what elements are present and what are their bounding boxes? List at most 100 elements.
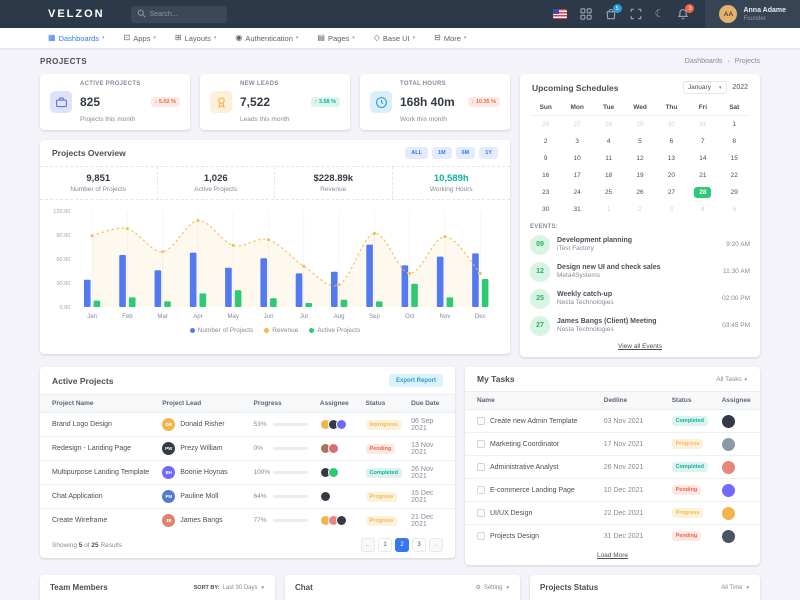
calendar-day[interactable]: 2 xyxy=(624,201,655,218)
load-more-link[interactable]: Load More xyxy=(597,552,628,559)
calendar-day[interactable]: 2 xyxy=(530,133,561,150)
page-content: PROJECTS Dashboards›Projects ACTIVE PROJ… xyxy=(0,48,800,600)
calendar-day[interactable]: 11 xyxy=(593,150,624,167)
user-menu[interactable]: AA Anna Adame Founder xyxy=(705,0,800,28)
menu-item-base-ui[interactable]: ◇Base UI▾ xyxy=(374,34,415,43)
pagination-page-3[interactable]: 3 xyxy=(412,538,426,552)
notifications-button[interactable]: 3 xyxy=(677,8,689,20)
event-date-circle: 12 xyxy=(530,262,550,282)
range-button-1y[interactable]: 1Y xyxy=(479,147,498,159)
calendar-day[interactable]: 16 xyxy=(530,167,561,184)
language-flag-button[interactable] xyxy=(553,9,567,19)
calendar-day[interactable]: 29 xyxy=(719,184,750,201)
task-name: Projects Design xyxy=(490,533,539,540)
calendar-day[interactable]: 1 xyxy=(719,116,750,133)
search-input[interactable] xyxy=(150,11,222,18)
task-deadline: 22 Dec 2021 xyxy=(598,502,666,525)
menu-item-layouts[interactable]: ⊞Layouts▾ xyxy=(175,34,217,43)
progress-bar xyxy=(273,423,307,426)
task-checkbox[interactable] xyxy=(477,486,485,494)
task-checkbox[interactable] xyxy=(477,440,485,448)
progress-bar xyxy=(273,447,307,450)
team-members-sort-dropdown[interactable]: SORT BY: Last 30 Days ▼ xyxy=(194,585,265,591)
stat-value: 7,522 xyxy=(240,95,270,109)
calendar-day[interactable]: 22 xyxy=(719,167,750,184)
calendar-day[interactable]: 19 xyxy=(624,167,655,184)
calendar-day[interactable]: 12 xyxy=(624,150,655,167)
calendar-day[interactable]: 25 xyxy=(593,184,624,201)
pagination-next[interactable]: → xyxy=(429,538,443,552)
calendar-day[interactable]: 31 xyxy=(561,201,592,218)
calendar-day[interactable]: 30 xyxy=(656,116,687,133)
calendar-day[interactable]: 27 xyxy=(561,116,592,133)
calendar-day[interactable]: 21 xyxy=(687,167,718,184)
range-button-all[interactable]: ALL xyxy=(405,147,428,159)
month-select[interactable]: January ▼ xyxy=(683,81,728,94)
calendar-day[interactable]: 3 xyxy=(656,201,687,218)
calendar-day[interactable]: 9 xyxy=(530,150,561,167)
menu-item-pages[interactable]: ▤Pages▾ xyxy=(317,34,354,43)
chat-setting-dropdown[interactable]: ⚙ Setting ▼ xyxy=(475,584,510,591)
fullscreen-button[interactable] xyxy=(630,8,642,20)
upcoming-schedules-card: Upcoming Schedules January ▼ 2022 SunMon… xyxy=(520,74,760,357)
overview-kpi: 9,851Number of Projects xyxy=(40,167,158,199)
avatar: DR xyxy=(162,418,175,431)
calendar-day[interactable]: 4 xyxy=(687,201,718,218)
calendar-day[interactable]: 31 xyxy=(687,116,718,133)
task-checkbox[interactable] xyxy=(477,463,485,471)
calendar-day[interactable]: 29 xyxy=(624,116,655,133)
progress-percent: 53% xyxy=(253,421,269,428)
menu-item-authentication[interactable]: ◉Authentication▾ xyxy=(235,34,298,43)
calendar-day[interactable]: 4 xyxy=(593,133,624,150)
calendar-day[interactable]: 26 xyxy=(624,184,655,201)
calendar-day[interactable]: 6 xyxy=(656,133,687,150)
pagination-page-1[interactable]: 1 xyxy=(378,538,392,552)
task-deadline: 17 Nov 2021 xyxy=(598,433,666,456)
calendar-day[interactable]: 8 xyxy=(719,133,750,150)
projects-status-filter-dropdown[interactable]: All Time ▼ xyxy=(721,585,750,591)
range-button-6m[interactable]: 6M xyxy=(456,147,476,159)
task-checkbox[interactable] xyxy=(477,532,485,540)
overview-kpi-row: 9,851Number of Projects1,026Active Proje… xyxy=(40,166,510,200)
calendar-day[interactable]: 5 xyxy=(719,201,750,218)
task-checkbox[interactable] xyxy=(477,509,485,517)
calendar-day[interactable]: 24 xyxy=(561,184,592,201)
export-report-button[interactable]: Export Report xyxy=(389,374,443,387)
calendar-day[interactable]: 7 xyxy=(687,133,718,150)
cart-button[interactable]: 5 xyxy=(605,8,617,20)
calendar-day[interactable]: 20 xyxy=(656,167,687,184)
calendar-day[interactable]: 3 xyxy=(561,133,592,150)
calendar-day[interactable]: 5 xyxy=(624,133,655,150)
tasks-filter-dropdown[interactable]: All Tasks ▼ xyxy=(716,376,748,383)
menu-item-dashboards[interactable]: ▦Dashboards▾ xyxy=(48,34,105,43)
calendar-day[interactable]: 17 xyxy=(561,167,592,184)
search-box[interactable] xyxy=(131,6,227,23)
calendar-day[interactable]: 28 xyxy=(593,116,624,133)
range-button-1m[interactable]: 1M xyxy=(432,147,452,159)
calendar-day[interactable]: 13 xyxy=(656,150,687,167)
calendar-day[interactable]: 26 xyxy=(530,116,561,133)
task-checkbox[interactable] xyxy=(477,417,485,425)
calendar-day[interactable]: 14 xyxy=(687,150,718,167)
dark-mode-button[interactable]: ☾ xyxy=(655,9,665,20)
breadcrumb-item[interactable]: Dashboards xyxy=(685,58,723,65)
view-all-events-link[interactable]: View all Events xyxy=(618,343,662,350)
calendar-day[interactable]: 30 xyxy=(530,201,561,218)
calendar-day[interactable]: 1 xyxy=(593,201,624,218)
apps-grid-button[interactable] xyxy=(580,8,592,20)
calendar-day[interactable]: 27 xyxy=(656,184,687,201)
calendar-day[interactable]: 18 xyxy=(593,167,624,184)
stat-card-2: NEW LEADS7,522↑ 3.58 %Leads this month xyxy=(200,74,350,130)
calendar-day[interactable]: 23 xyxy=(530,184,561,201)
menu-item-more[interactable]: ⊟More▾ xyxy=(434,34,466,43)
pagination-page-2[interactable]: 2 xyxy=(395,538,409,552)
menu-item-apps[interactable]: ⊡Apps▾ xyxy=(124,34,156,43)
active-projects-card: Active Projects Export Report Project Na… xyxy=(40,367,455,558)
breadcrumb-item[interactable]: Projects xyxy=(735,58,760,65)
calendar-day[interactable]: 15 xyxy=(719,150,750,167)
avatar: PM xyxy=(162,490,175,503)
pagination-prev[interactable]: ← xyxy=(361,538,375,552)
progress-percent: 0% xyxy=(253,445,269,452)
calendar-day[interactable]: 28 xyxy=(687,184,718,201)
calendar-day[interactable]: 10 xyxy=(561,150,592,167)
